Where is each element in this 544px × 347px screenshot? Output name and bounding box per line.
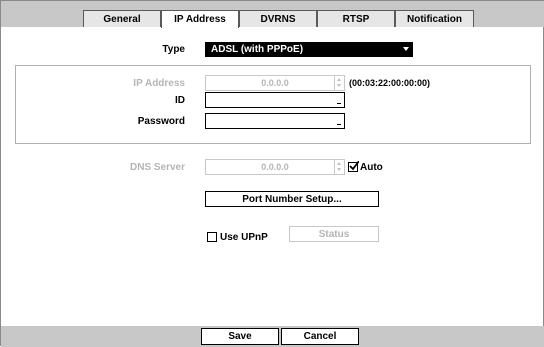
tab-general[interactable]: General [83,10,161,27]
port-number-setup-button[interactable]: Port Number Setup... [205,191,379,207]
id-label: ID [175,95,185,106]
password-label: Password [137,116,185,127]
dns-server-value: 0.0.0.0 [261,162,289,172]
upnp-status-button: Status [289,226,379,242]
type-select[interactable]: ADSL (with PPPoE) [205,42,413,57]
tab-dvrns[interactable]: DVRNS [239,10,317,27]
ip-address-label: IP Address [133,78,185,89]
chevron-down-icon [403,47,409,51]
use-upnp-checkbox[interactable] [207,232,217,242]
mac-address-text: (00:03:22:00:00:00) [349,78,431,88]
id-field[interactable] [205,92,345,108]
auto-label: Auto [360,162,383,173]
auto-checkbox[interactable] [348,161,359,172]
password-field[interactable] [205,113,345,129]
tab-ip-address[interactable]: IP Address [161,10,239,28]
cursor-icon [337,103,341,104]
use-upnp-label: Use UPnP [220,232,268,243]
dns-server-field: 0.0.0.0 [205,159,345,175]
cancel-button[interactable]: Cancel [281,328,359,345]
dns-server-label: DNS Server [129,162,185,173]
cursor-icon [337,124,341,125]
type-label: Type [162,44,185,55]
tab-notification[interactable]: Notification [395,10,474,27]
tab-rtsp[interactable]: RTSP [317,10,395,27]
spin-arrows-icon [334,160,344,174]
ip-address-field: 0.0.0.0 [205,75,345,91]
ip-address-value: 0.0.0.0 [261,78,289,88]
spin-arrows-icon [334,76,344,90]
checkmark-icon [349,161,359,171]
save-button[interactable]: Save [201,328,279,345]
type-select-value: ADSL (with PPPoE) [211,44,304,55]
network-dialog: General IP Address DVRNS RTSP Notificati… [0,0,544,347]
